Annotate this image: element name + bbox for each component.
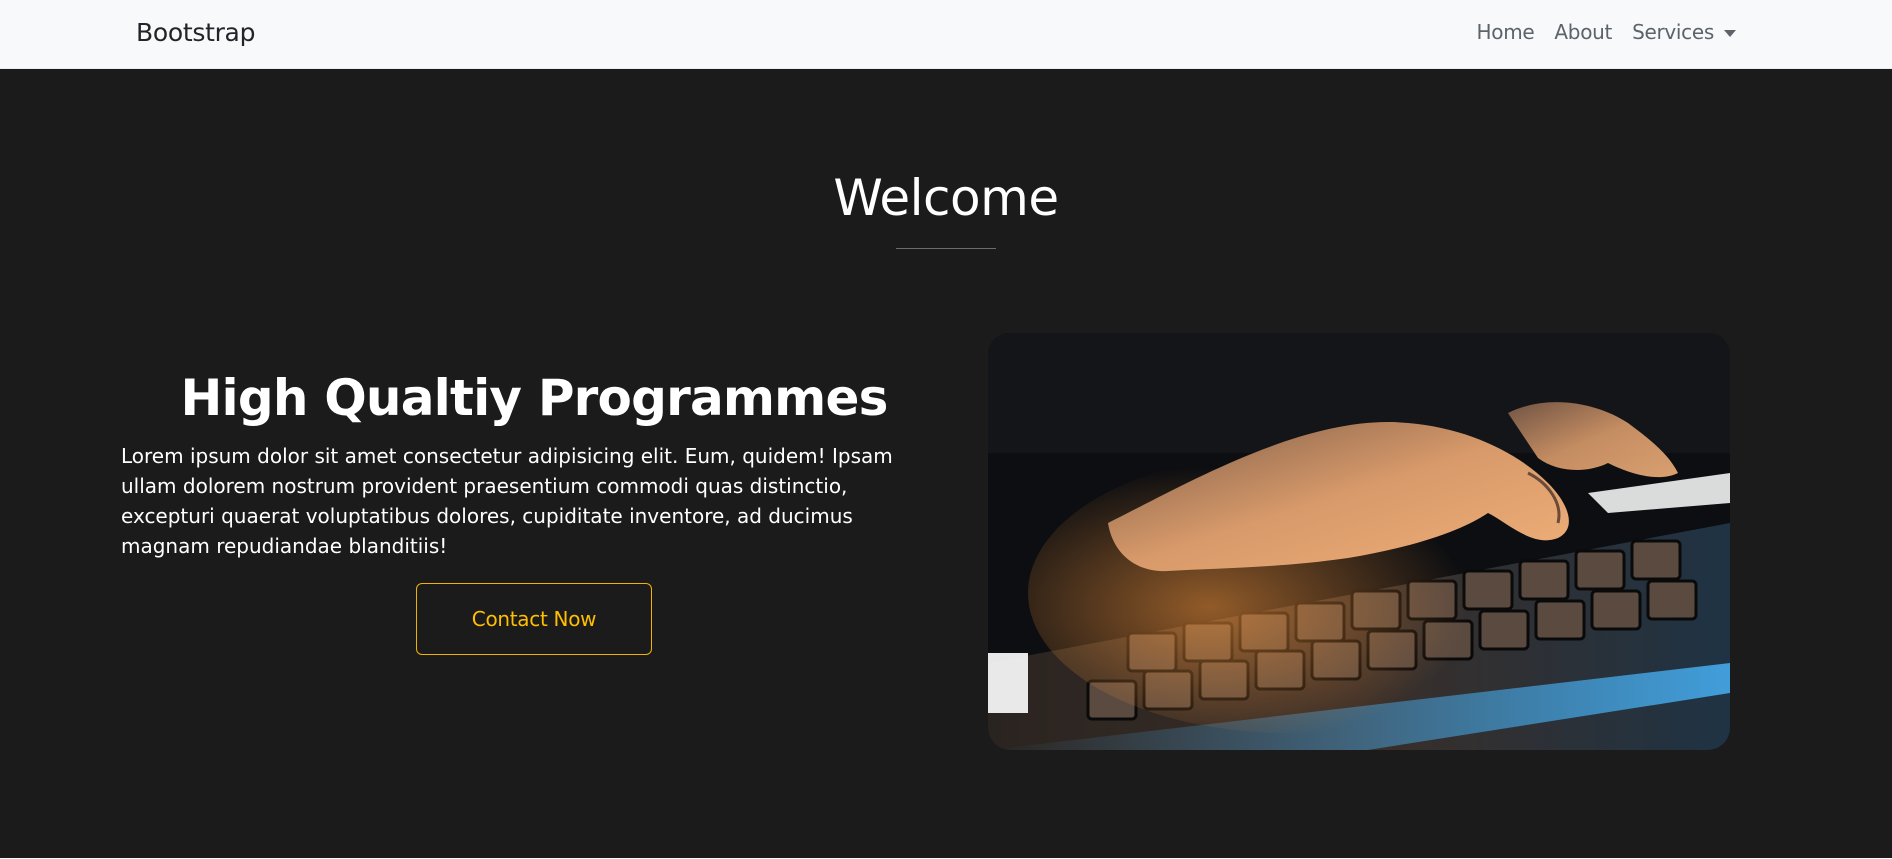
hero-section: Welcome High Qualtiy Programmes Lorem ip… [0, 69, 1892, 858]
feature-description: Lorem ipsum dolor sit amet consectetur a… [121, 444, 893, 558]
welcome-heading: Welcome [833, 169, 1059, 227]
nav-link-about[interactable]: About [1544, 20, 1622, 44]
brand-link[interactable]: Bootstrap [136, 18, 255, 47]
keyboard-image [988, 333, 1730, 750]
keyboard-photo [988, 333, 1730, 750]
contact-now-button[interactable]: Contact Now [416, 583, 652, 655]
nav-link-services-label: Services [1632, 20, 1714, 44]
feature-column: High Qualtiy Programmes Lorem ipsum dolo… [121, 369, 947, 655]
nav-dropdown-services[interactable]: Services [1622, 20, 1746, 44]
feature-title: High Qualtiy Programmes [180, 369, 888, 427]
heading-divider [896, 248, 996, 249]
navbar: Bootstrap Home About Services [0, 0, 1892, 69]
nav-link-home[interactable]: Home [1467, 20, 1545, 44]
nav-links: Home About Services [1467, 20, 1746, 44]
caret-down-icon [1724, 29, 1736, 37]
